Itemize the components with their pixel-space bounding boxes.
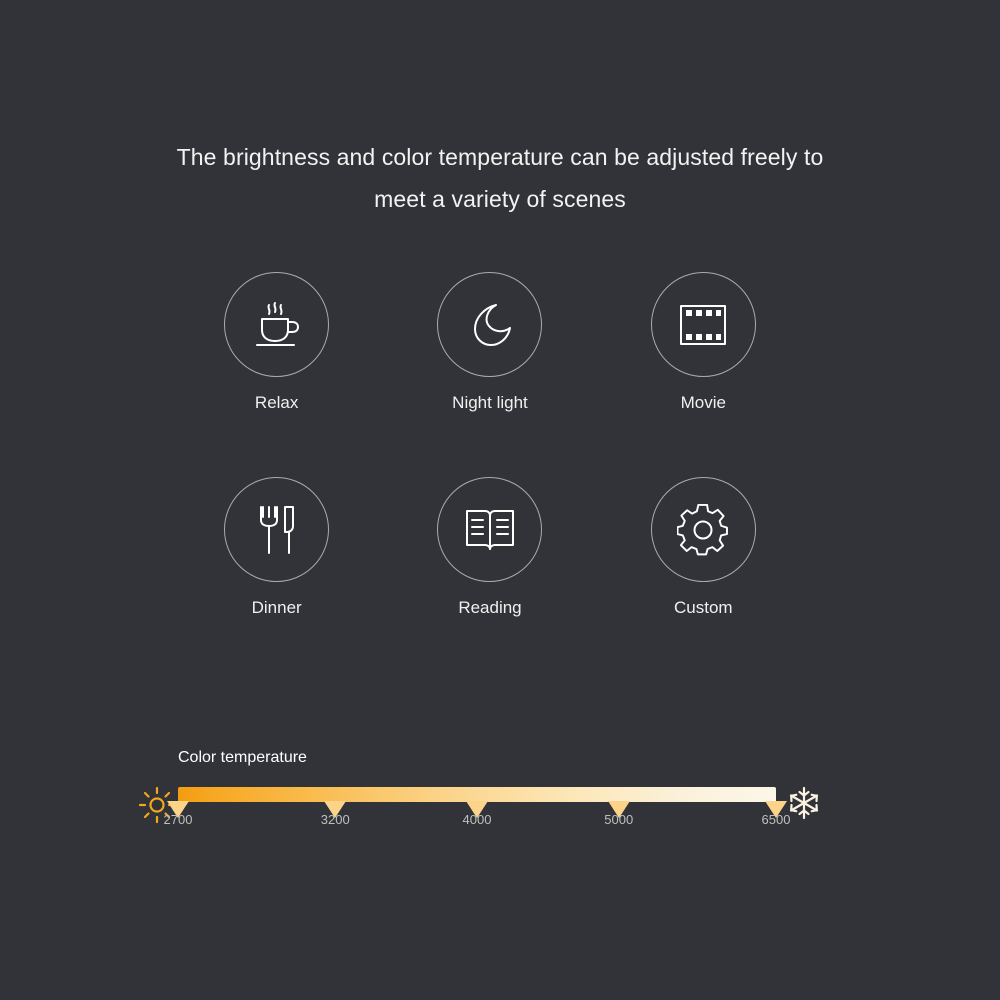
scene-item-night-light[interactable]: Night light	[400, 272, 580, 413]
page-title-line-2: meet a variety of scenes	[374, 186, 626, 212]
scene-item-movie[interactable]: Movie	[613, 272, 793, 413]
scene-item-relax[interactable]: Relax	[187, 272, 367, 413]
tick-label-3200: 3200	[320, 812, 350, 827]
tick-label-4000: 4000	[462, 812, 492, 827]
tick-label-2700: 2700	[163, 812, 193, 827]
tick-label-5000: 5000	[604, 812, 634, 827]
tick-label-6500: 6500	[761, 812, 791, 827]
scene-icon-circle-relax[interactable]	[224, 272, 330, 377]
scene-label-relax: Relax	[254, 393, 299, 412]
open-book-icon	[463, 506, 517, 554]
page-title: The brightness and color temperature can…	[0, 136, 1000, 220]
color-temperature-section: Color temperature 2700 3200 4000 5000 65…	[0, 748, 1000, 858]
fork-knife-icon	[255, 504, 299, 556]
scene-icon-circle-custom[interactable]	[650, 477, 756, 582]
scene-label-movie: Movie	[680, 393, 726, 412]
scene-label-reading: Reading	[458, 598, 522, 617]
scene-icon-circle-reading[interactable]	[437, 477, 543, 582]
color-temperature-gradient-bar[interactable]	[178, 787, 776, 802]
scene-icon-circle-movie[interactable]	[650, 272, 756, 377]
scene-label-dinner: Dinner	[251, 598, 302, 617]
gear-icon	[677, 503, 729, 556]
color-temperature-tick-labels: 2700 3200 4000 5000 6500	[164, 812, 791, 832]
scene-mode-grid: Relax Night light Movie Dinner Reading C…	[170, 272, 810, 618]
crescent-moon-icon	[465, 300, 515, 350]
scene-label-custom: Custom	[674, 598, 733, 617]
page-title-line-1: The brightness and color temperature can…	[176, 144, 824, 170]
scene-label-night-light: Night light	[452, 393, 528, 412]
scene-item-dinner[interactable]: Dinner	[187, 477, 367, 618]
scene-icon-circle-dinner[interactable]	[224, 477, 330, 582]
scene-item-custom[interactable]: Custom	[613, 477, 793, 618]
scene-icon-circle-night-light[interactable]	[437, 272, 543, 377]
film-strip-icon	[677, 302, 729, 348]
color-temperature-label: Color temperature	[178, 749, 307, 766]
snowflake-icon	[786, 785, 822, 821]
scene-item-reading[interactable]: Reading	[400, 477, 580, 618]
coffee-cup-icon	[250, 299, 304, 351]
